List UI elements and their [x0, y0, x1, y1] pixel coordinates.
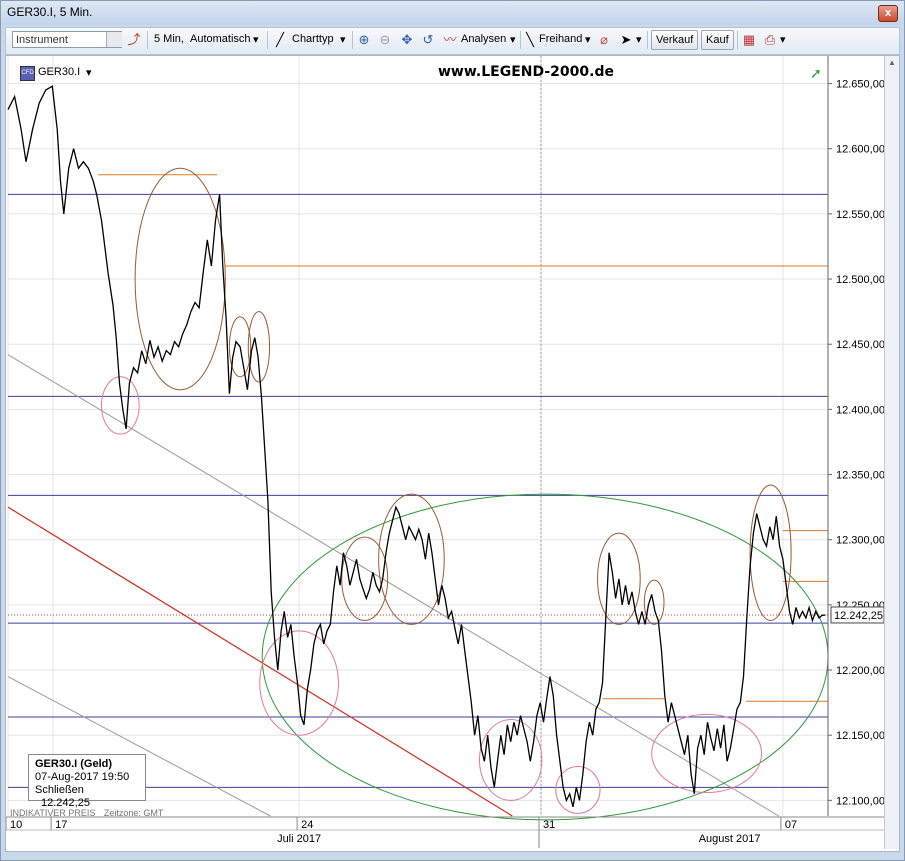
y-tick-label: 12.300,00 — [836, 535, 885, 547]
annotation-ellipse — [261, 493, 829, 821]
chart-area[interactable]: 12.100,00 12.150,00 12.200,00 12.250,00 12.3… — [5, 55, 900, 852]
y-tick-label: 12.200,00 — [836, 665, 885, 677]
kauf-button[interactable]: Kauf — [701, 30, 734, 50]
separator — [520, 31, 521, 49]
timezone-label: Zeitzone: GMT — [103, 808, 164, 818]
info-box: GER30.I (Geld) 07-Aug-2017 19:50 Schließ… — [28, 754, 146, 809]
analysen-menu[interactable]: Analysen — [461, 33, 506, 45]
x-tick-label: 17 — [55, 819, 67, 831]
separator — [352, 31, 353, 49]
separator — [737, 31, 738, 49]
watermark: www.LEGEND-2000.de — [438, 64, 614, 80]
cursor-icon[interactable]: ➤ — [618, 32, 634, 48]
scale-selector[interactable]: Automatisch — [190, 33, 251, 45]
verkauf-button[interactable]: Verkauf — [651, 30, 699, 50]
zoom-out-icon[interactable]: ⊖ — [377, 32, 393, 48]
annotation-ellipse — [643, 579, 665, 625]
instrument-lookup-icon[interactable] — [106, 32, 122, 47]
indicative-price-note: INDIKATIVER PREIS Zeitzone: GMT — [10, 808, 163, 818]
interval-selector[interactable]: 5 Min, — [154, 33, 184, 45]
y-tick-label: 12.650,00 — [836, 79, 885, 91]
toolbar: Instrument ⤴ 5 Min, Automatisch ▾ ╱ Char… — [5, 27, 900, 55]
separator — [147, 31, 148, 49]
charttype-dropdown-icon[interactable]: ▾ — [340, 33, 346, 46]
month-label: August 2017 — [699, 833, 761, 845]
analysis-icon[interactable]: 〰 — [442, 32, 458, 48]
freihand-dropdown-icon[interactable]: ▾ — [585, 33, 591, 46]
zoom-in-icon[interactable]: ⊕ — [356, 32, 372, 48]
window-title: GER30.I, 5 Min. — [7, 5, 93, 19]
cursor-dropdown-icon[interactable]: ▾ — [636, 33, 642, 46]
close-button[interactable]: x — [878, 5, 898, 22]
separator — [647, 31, 648, 49]
last-price-label: 12.242,25 — [834, 610, 883, 622]
annotation-ellipse — [479, 719, 543, 801]
info-title: GER30.I (Geld) — [35, 758, 113, 770]
symbol-label[interactable]: GER30.I — [38, 66, 80, 78]
print-icon[interactable]: ⎙ — [762, 32, 778, 48]
eraser-icon[interactable]: ⌀ — [596, 32, 612, 48]
scale-dropdown-icon[interactable]: ▾ — [253, 33, 259, 46]
title-bar: GER30.I, 5 Min. x — [1, 1, 904, 25]
month-label: Juli 2017 — [277, 833, 321, 845]
print-dropdown-icon[interactable]: ▾ — [780, 33, 786, 46]
add-instrument-icon[interactable]: ⤴ — [126, 32, 142, 48]
x-tick-label: 07 — [785, 819, 797, 831]
refresh-icon[interactable]: ↺ — [420, 32, 436, 48]
y-tick-label: 12.350,00 — [836, 470, 885, 482]
vertical-scrollbar[interactable]: ▲ — [884, 56, 899, 849]
scroll-up-icon[interactable]: ▲ — [887, 58, 897, 70]
x-tick-label: 10 — [10, 819, 22, 831]
price-chart[interactable]: 12.100,0012.150,0012.200,0012.250,0012.3… — [6, 56, 885, 849]
info-datetime: 07-Aug-2017 19:50 — [35, 771, 130, 783]
indicative-label: INDIKATIVER PREIS — [10, 808, 96, 818]
trend-up-icon: ➚ — [810, 65, 822, 81]
y-tick-label: 12.600,00 — [836, 144, 885, 156]
analysen-dropdown-icon[interactable]: ▾ — [510, 33, 516, 46]
annotation-ellipse — [555, 765, 601, 814]
y-tick-label: 12.450,00 — [836, 339, 885, 351]
y-tick-label: 12.550,00 — [836, 209, 885, 221]
chart-settings-icon[interactable]: ▦ — [741, 32, 757, 48]
x-tick-label: 31 — [543, 819, 555, 831]
annotation-ellipse — [749, 484, 792, 622]
x-tick-label: 24 — [301, 819, 313, 831]
y-tick-label: 12.100,00 — [836, 795, 885, 807]
charttype-menu[interactable]: Charttyp — [292, 33, 334, 45]
symbol-dropdown-icon[interactable]: ▾ — [86, 66, 92, 79]
separator — [267, 31, 268, 49]
pan-icon[interactable]: ✥ — [399, 32, 415, 48]
freehand-line-icon[interactable]: ╲ — [522, 32, 538, 48]
line-chart-icon[interactable]: ╱ — [272, 32, 288, 48]
chart-window: GER30.I, 5 Min. x Instrument ⤴ 5 Min, Au… — [0, 0, 905, 861]
info-close-label: Schließen — [35, 784, 84, 796]
trend-line — [7, 354, 780, 817]
y-tick-label: 12.500,00 — [836, 274, 885, 286]
info-close-row: Schließen 12.242,25 — [35, 784, 139, 810]
y-tick-label: 12.150,00 — [836, 730, 885, 742]
cfd-badge: CFD — [20, 66, 35, 81]
freihand-menu[interactable]: Freihand — [539, 33, 582, 45]
y-tick-label: 12.400,00 — [836, 404, 885, 416]
